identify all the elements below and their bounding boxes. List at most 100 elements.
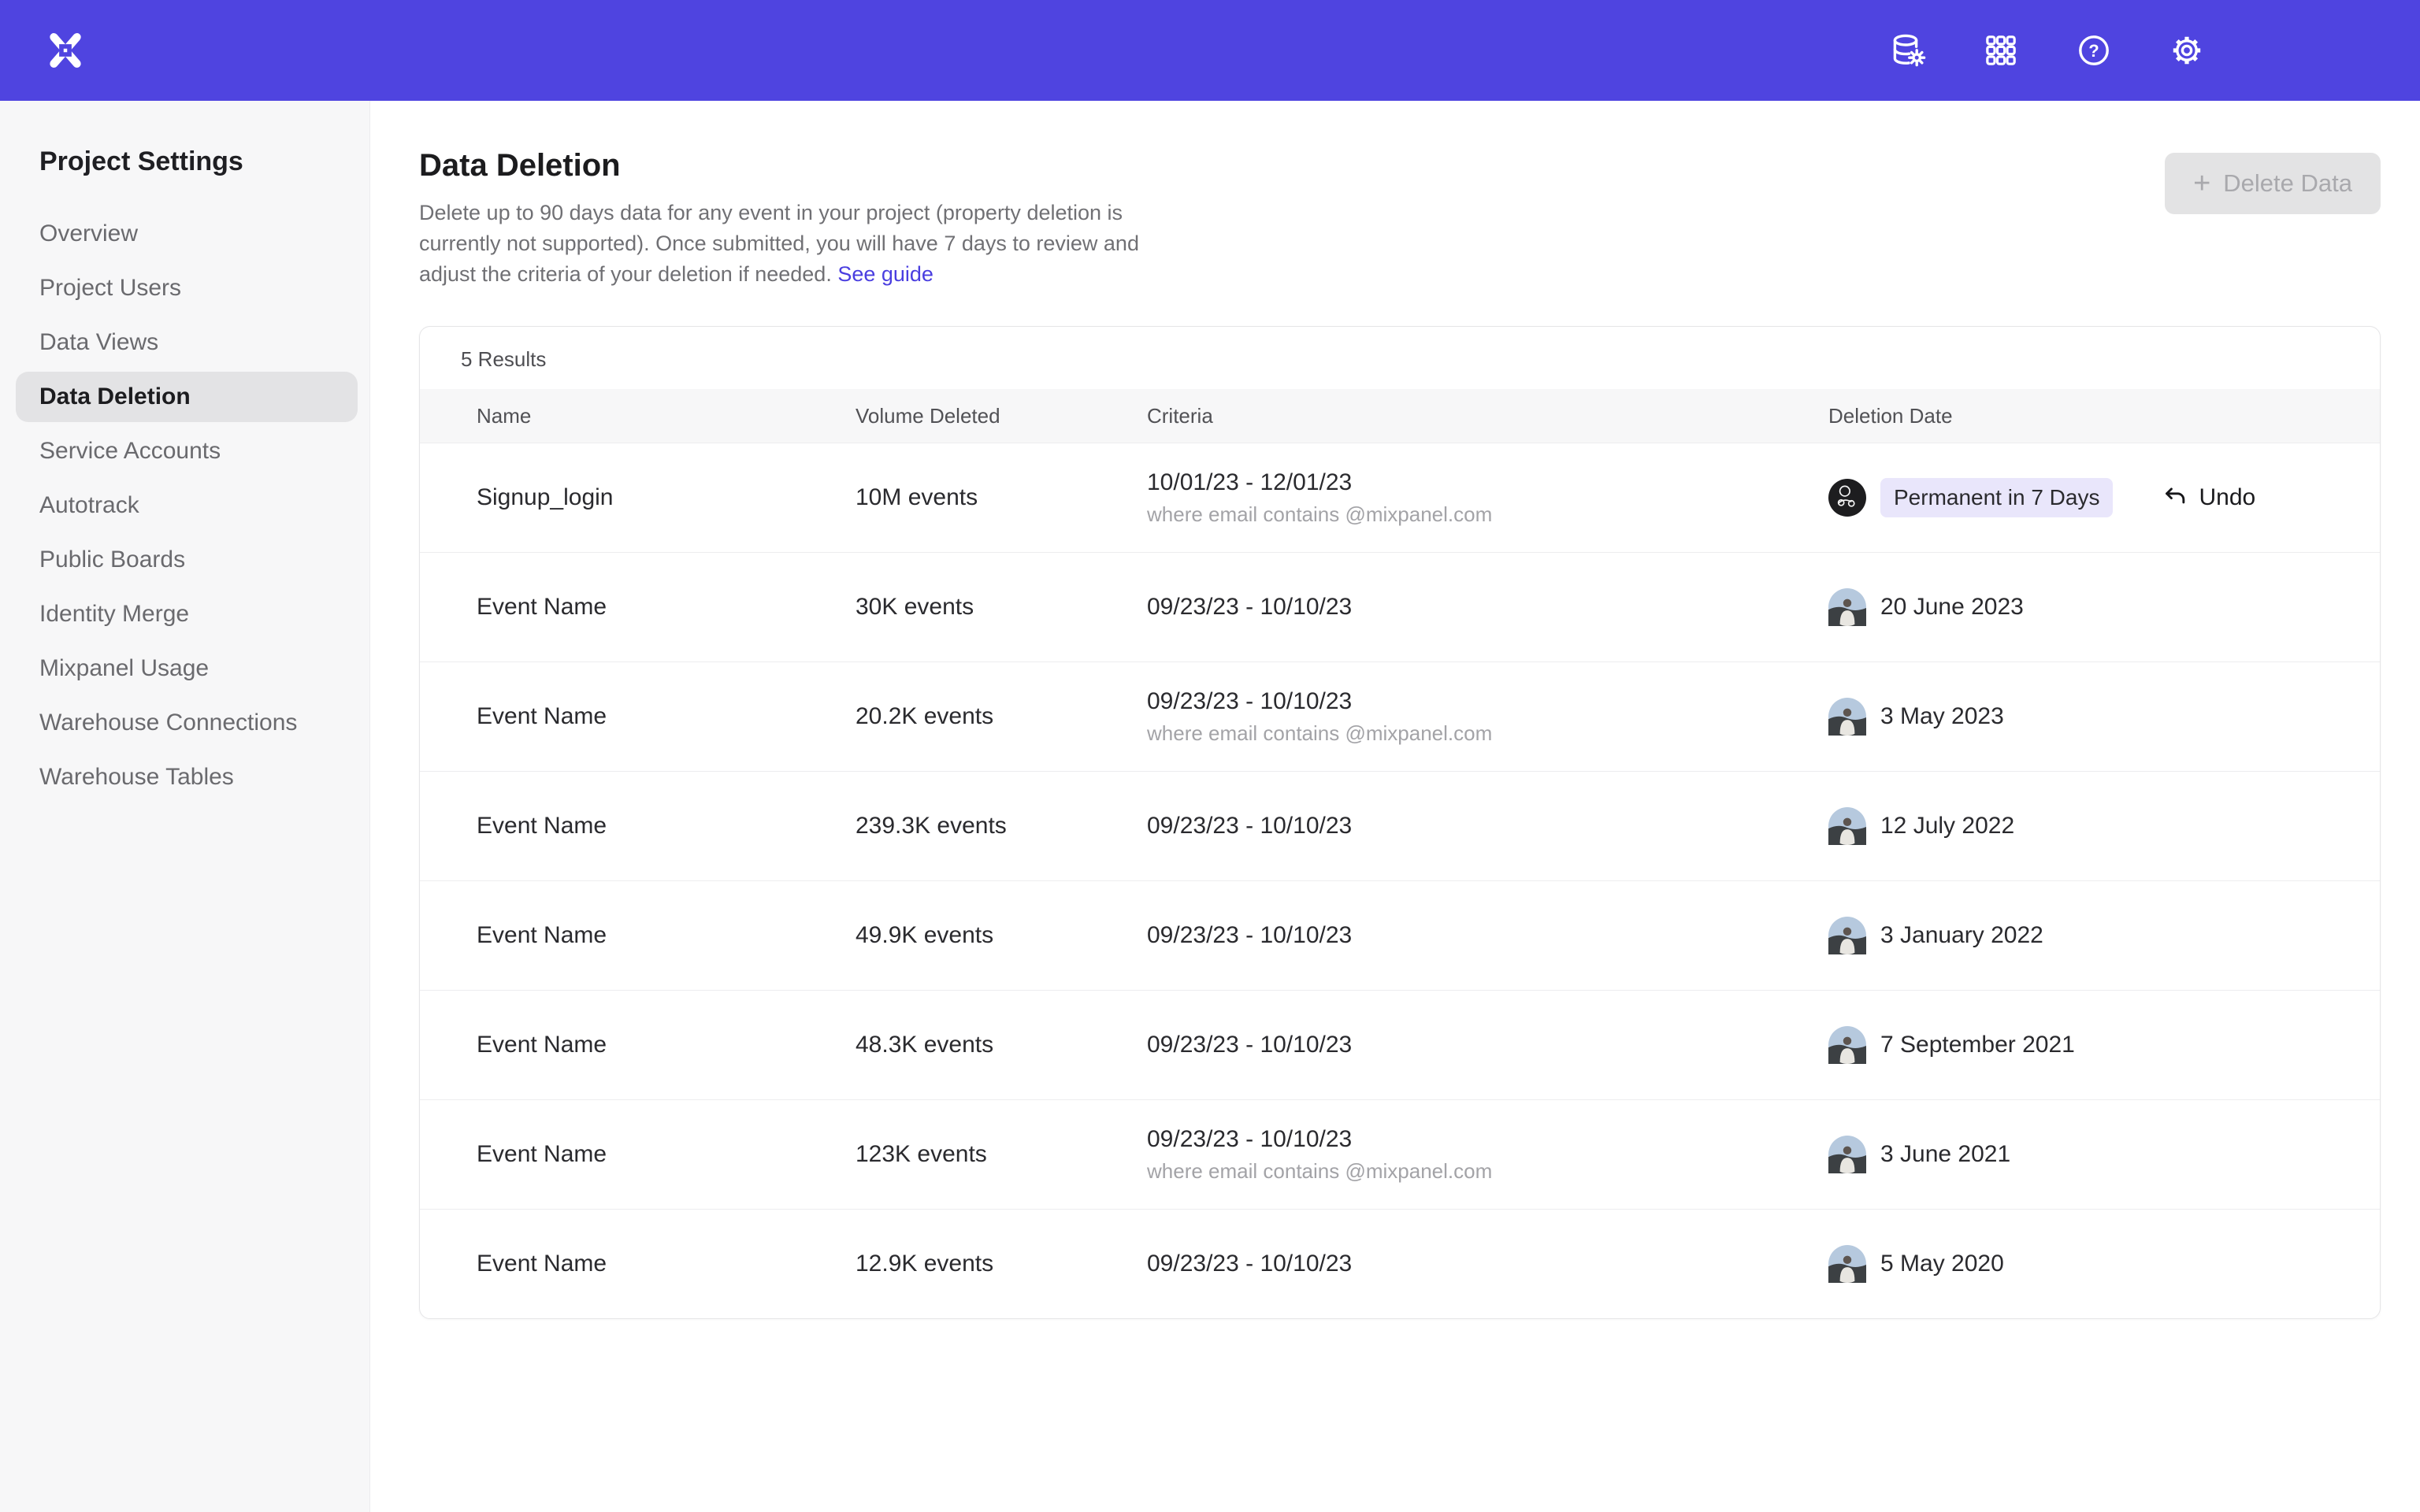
column-header-deletion-date: Deletion Date — [1828, 404, 2380, 428]
table-header-row: Name Volume Deleted Criteria Deletion Da… — [420, 389, 2380, 443]
delete-data-button[interactable]: + Delete Data — [2165, 153, 2381, 214]
row-volume-deleted: 123K events — [856, 1141, 1147, 1168]
row-volume-deleted: 20.2K events — [856, 703, 1147, 730]
table-row: Event Name 30K events 09/23/23 - 10/10/2… — [420, 552, 2380, 662]
column-header-criteria: Criteria — [1147, 404, 1828, 428]
user-photo-avatar — [1828, 588, 1866, 626]
user-avatar — [1828, 479, 1866, 517]
criteria-date-range: 10/01/23 - 12/01/23 — [1147, 469, 1828, 496]
table-row: Event Name 123K events 09/23/23 - 10/10/… — [420, 1099, 2380, 1209]
user-avatar — [1828, 698, 1866, 736]
user-avatar — [1828, 1136, 1866, 1173]
user-photo-avatar — [1828, 1245, 1866, 1283]
delete-data-label: Delete Data — [2223, 169, 2352, 198]
page-title: Data Deletion — [419, 148, 2381, 183]
sidebar-item-project-users[interactable]: Project Users — [16, 263, 358, 313]
row-criteria: 10/01/23 - 12/01/23 where email contains… — [1147, 469, 1828, 527]
row-criteria: 09/23/23 - 10/10/23 — [1147, 813, 1828, 839]
description-text: Delete up to 90 days data for any event … — [419, 201, 1139, 286]
table-row: Signup_login 10M events 10/01/23 - 12/01… — [420, 443, 2380, 552]
row-volume-deleted: 12.9K events — [856, 1251, 1147, 1277]
criteria-date-range: 09/23/23 - 10/10/23 — [1147, 1032, 1828, 1058]
deletion-date-text: 5 May 2020 — [1880, 1251, 2004, 1277]
row-name: Event Name — [477, 922, 856, 949]
user-avatar — [1828, 1245, 1866, 1283]
criteria-date-range: 09/23/23 - 10/10/23 — [1147, 1126, 1828, 1153]
row-deletion-date: Permanent in 7 Days Undo — [1828, 478, 2380, 517]
user-avatar — [1828, 807, 1866, 845]
settings-icon[interactable] — [2168, 32, 2206, 69]
main-content: Data Deletion Delete up to 90 days data … — [370, 101, 2420, 1512]
row-volume-deleted: 10M events — [856, 484, 1147, 511]
permanent-status-badge: Permanent in 7 Days — [1880, 478, 2113, 517]
criteria-filter: where email contains @mixpanel.com — [1147, 502, 1828, 527]
sidebar-item-identity-merge[interactable]: Identity Merge — [16, 589, 358, 639]
page-description: Delete up to 90 days data for any event … — [419, 198, 1167, 290]
sidebar-item-data-deletion[interactable]: Data Deletion — [16, 372, 358, 422]
row-criteria: 09/23/23 - 10/10/23 — [1147, 1032, 1828, 1058]
row-criteria: 09/23/23 - 10/10/23 — [1147, 1251, 1828, 1277]
sidebar-item-warehouse-connections[interactable]: Warehouse Connections — [16, 698, 358, 748]
criteria-date-range: 09/23/23 - 10/10/23 — [1147, 922, 1828, 949]
sidebar-item-overview[interactable]: Overview — [16, 209, 358, 259]
deletion-date-text: 3 June 2021 — [1880, 1141, 2010, 1168]
apps-grid-icon[interactable] — [1982, 32, 2020, 69]
table-row: Event Name 20.2K events 09/23/23 - 10/10… — [420, 662, 2380, 771]
deletion-date-text: 20 June 2023 — [1880, 594, 2024, 621]
sidebar-title: Project Settings — [39, 146, 369, 177]
row-deletion-date: 3 May 2023 — [1828, 698, 2380, 736]
mixpanel-logo — [44, 29, 87, 72]
sidebar-item-autotrack[interactable]: Autotrack — [16, 480, 358, 531]
table-row: Event Name 239.3K events 09/23/23 - 10/1… — [420, 771, 2380, 880]
column-header-volume-deleted: Volume Deleted — [856, 404, 1147, 428]
sidebar-item-public-boards[interactable]: Public Boards — [16, 535, 358, 585]
deletion-date-text: 3 May 2023 — [1880, 703, 2004, 730]
row-deletion-date: 12 July 2022 — [1828, 807, 2380, 845]
row-deletion-date: 3 June 2021 — [1828, 1136, 2380, 1173]
user-photo-avatar — [1828, 698, 1866, 736]
deletion-date-text: 12 July 2022 — [1880, 813, 2014, 839]
row-criteria: 09/23/23 - 10/10/23 where email contains… — [1147, 1126, 1828, 1184]
sidebar-item-mixpanel-usage[interactable]: Mixpanel Usage — [16, 643, 358, 694]
row-name: Event Name — [477, 813, 856, 839]
deletions-table-card: 5 Results Name Volume Deleted Criteria D… — [419, 326, 2381, 1319]
undo-button[interactable]: Undo — [2162, 484, 2255, 511]
row-deletion-date: 3 January 2022 — [1828, 917, 2380, 954]
table-body: Signup_login 10M events 10/01/23 - 12/01… — [420, 443, 2380, 1318]
deletion-date-text: 3 January 2022 — [1880, 922, 2043, 949]
user-photo-avatar — [1828, 1136, 1866, 1173]
row-volume-deleted: 239.3K events — [856, 813, 1147, 839]
undo-label: Undo — [2199, 484, 2255, 511]
topbar-icons: ? — [1889, 32, 2206, 69]
criteria-filter: where email contains @mixpanel.com — [1147, 721, 1828, 746]
row-criteria: 09/23/23 - 10/10/23 where email contains… — [1147, 688, 1828, 746]
row-name: Event Name — [477, 1251, 856, 1277]
results-count: 5 Results — [420, 327, 2380, 389]
row-deletion-date: 7 September 2021 — [1828, 1026, 2380, 1064]
user-photo-avatar — [1828, 807, 1866, 845]
user-avatar — [1828, 1026, 1866, 1064]
row-name: Event Name — [477, 594, 856, 621]
row-criteria: 09/23/23 - 10/10/23 — [1147, 594, 1828, 621]
row-name: Event Name — [477, 1141, 856, 1168]
data-management-icon[interactable] — [1889, 32, 1927, 69]
sidebar-item-warehouse-tables[interactable]: Warehouse Tables — [16, 752, 358, 802]
user-avatar — [1828, 917, 1866, 954]
undo-icon — [2162, 484, 2188, 511]
table-row: Event Name 12.9K events 09/23/23 - 10/10… — [420, 1209, 2380, 1318]
criteria-date-range: 09/23/23 - 10/10/23 — [1147, 813, 1828, 839]
svg-text:?: ? — [2088, 41, 2099, 61]
sidebar-nav-list: OverviewProject UsersData ViewsData Dele… — [0, 209, 369, 802]
help-icon[interactable]: ? — [2075, 32, 2113, 69]
row-deletion-date: 5 May 2020 — [1828, 1245, 2380, 1283]
topbar: ? — [0, 0, 2420, 101]
criteria-date-range: 09/23/23 - 10/10/23 — [1147, 1251, 1828, 1277]
row-name: Event Name — [477, 1032, 856, 1058]
sidebar-item-service-accounts[interactable]: Service Accounts — [16, 426, 358, 476]
row-deletion-date: 20 June 2023 — [1828, 588, 2380, 626]
row-name: Event Name — [477, 703, 856, 730]
see-guide-link[interactable]: See guide — [837, 262, 933, 286]
row-volume-deleted: 30K events — [856, 594, 1147, 621]
criteria-filter: where email contains @mixpanel.com — [1147, 1159, 1828, 1184]
sidebar-item-data-views[interactable]: Data Views — [16, 317, 358, 368]
